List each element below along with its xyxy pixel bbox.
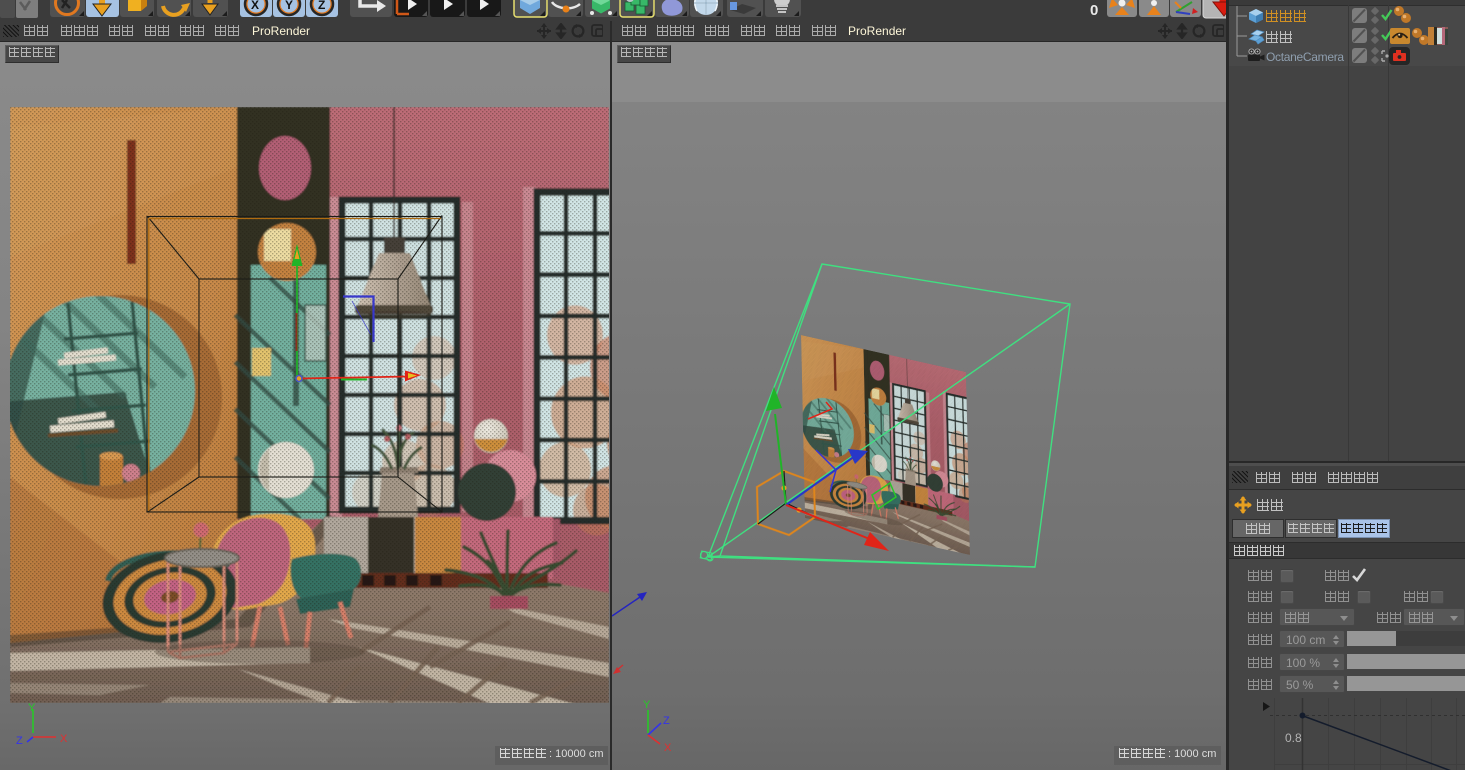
svg-text:Y: Y bbox=[285, 0, 293, 12]
svg-text:0: 0 bbox=[1090, 2, 1098, 19]
svg-text:0.8: 0.8 bbox=[1285, 731, 1302, 745]
svg-text:X: X bbox=[60, 733, 68, 745]
svg-text:Z: Z bbox=[16, 735, 23, 747]
svg-text:X: X bbox=[251, 0, 259, 12]
svg-text:Z: Z bbox=[318, 0, 325, 12]
svg-text:X: X bbox=[664, 742, 672, 754]
svg-text:Z: Z bbox=[663, 715, 670, 727]
svg-text:Y: Y bbox=[28, 702, 36, 714]
svg-text:Y: Y bbox=[643, 699, 651, 711]
